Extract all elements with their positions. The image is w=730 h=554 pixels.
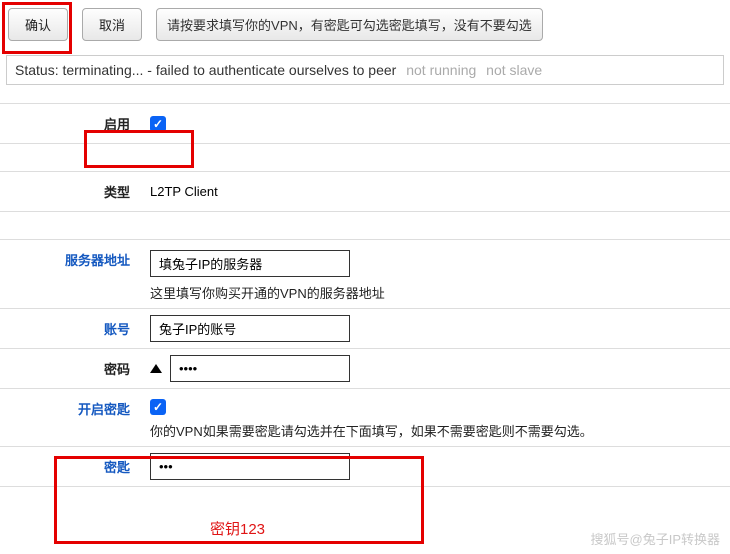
account-input[interactable] xyxy=(150,315,350,342)
hint-text: 请按要求填写你的VPN，有密匙可勾选密匙填写，没有不要勾选 xyxy=(156,8,543,41)
key-overlay-text: 密钥123 xyxy=(210,518,265,539)
type-label: 类型 xyxy=(0,182,150,201)
status-running: not running xyxy=(406,62,476,78)
status-main: Status: terminating... - failed to authe… xyxy=(15,62,396,78)
server-help: 这里填写你购买开通的VPN的服务器地址 xyxy=(150,283,730,302)
type-value: L2TP Client xyxy=(150,184,218,199)
status-slave: not slave xyxy=(486,62,542,78)
enable-checkbox[interactable]: ✓ xyxy=(150,116,166,132)
spacer xyxy=(0,212,730,240)
status-bar: Status: terminating... - failed to authe… xyxy=(6,55,724,85)
key-input[interactable] xyxy=(150,453,350,480)
watermark: 搜狐号@兔子IP转换器 xyxy=(591,529,720,548)
enable-label: 启用 xyxy=(0,114,150,133)
enable-key-checkbox[interactable]: ✓ xyxy=(150,399,166,415)
password-label: 密码 xyxy=(0,359,150,378)
spacer xyxy=(0,144,730,172)
cancel-button[interactable]: 取消 xyxy=(82,8,142,41)
server-input[interactable] xyxy=(150,250,350,277)
enable-key-label: 开启密匙 xyxy=(0,399,150,418)
password-input[interactable] xyxy=(170,355,350,382)
server-label: 服务器地址 xyxy=(0,250,150,269)
confirm-button[interactable]: 确认 xyxy=(8,8,68,41)
account-label: 账号 xyxy=(0,319,150,338)
key-label: 密匙 xyxy=(0,457,150,476)
enable-key-help: 你的VPN如果需要密匙请勾选并在下面填写，如果不需要密匙则不需要勾选。 xyxy=(150,421,730,440)
collapse-icon[interactable] xyxy=(150,364,162,373)
